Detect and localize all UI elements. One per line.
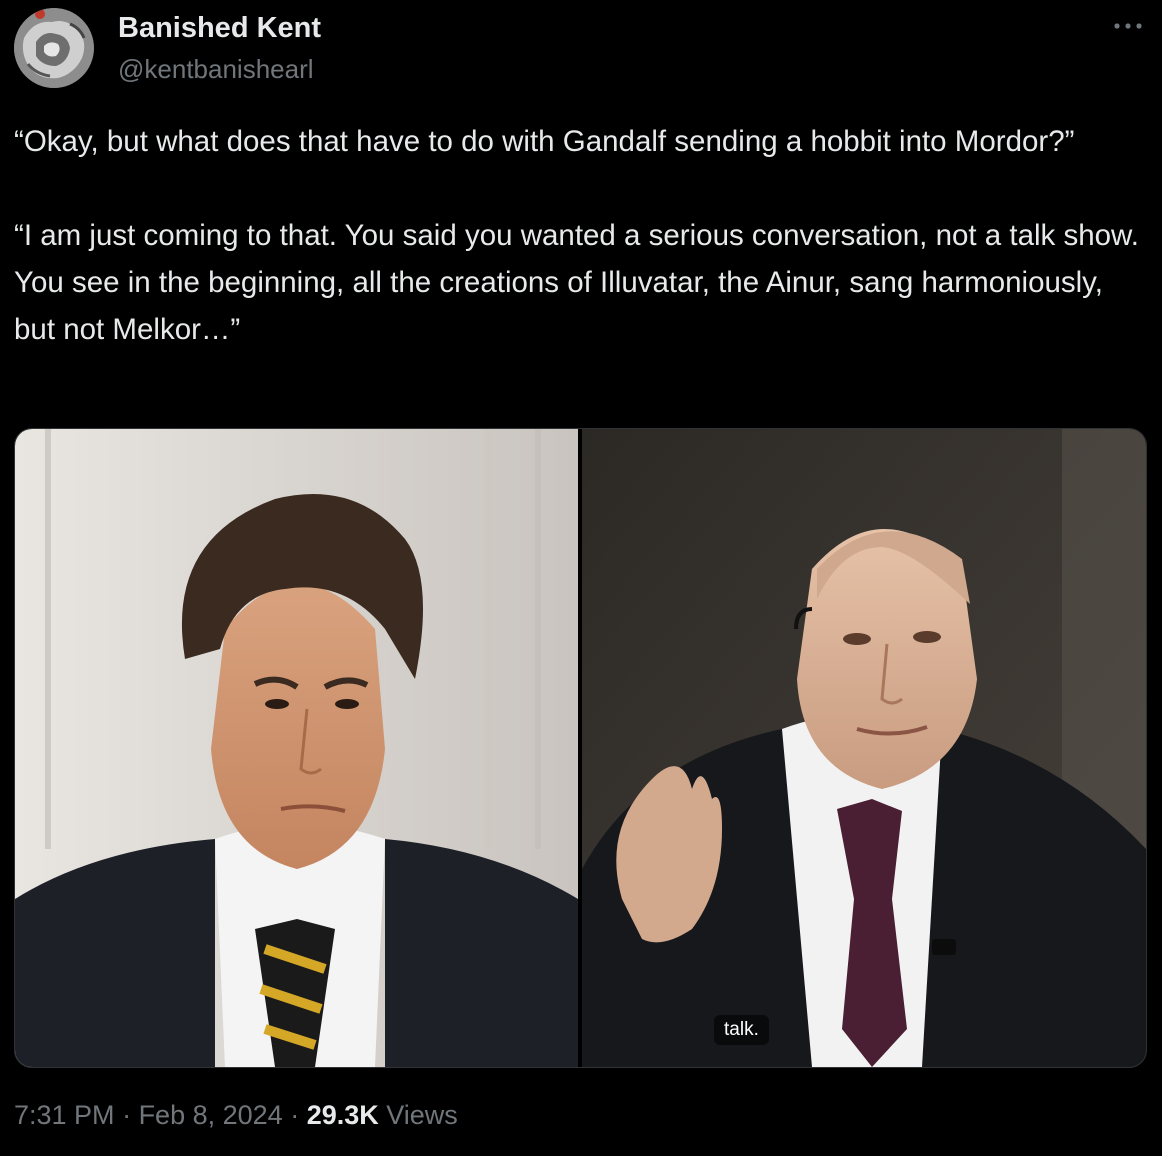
profile-avatar-image — [14, 8, 94, 88]
tweet: Banished Kent @kentbanishearl “Okay, but… — [0, 0, 1162, 1156]
views-count[interactable]: 29.3K — [307, 1100, 379, 1130]
media-photo-left[interactable] — [15, 429, 578, 1067]
media-photo-right[interactable]: talk. — [582, 429, 1146, 1067]
tweet-time[interactable]: 7:31 PM — [14, 1100, 115, 1130]
video-caption: talk. — [714, 1015, 769, 1045]
more-options-button[interactable] — [1108, 14, 1148, 38]
author-handle[interactable]: @kentbanishearl — [118, 54, 314, 85]
photo-man-in-suit-right — [582, 429, 1146, 1067]
meta-separator: · — [114, 1100, 139, 1130]
tweet-text: “Okay, but what does that have to do wit… — [14, 125, 1139, 346]
meta-separator: · — [282, 1100, 307, 1130]
author-avatar[interactable] — [14, 8, 94, 88]
more-horizontal-icon — [1114, 23, 1142, 29]
tweet-date[interactable]: Feb 8, 2024 — [139, 1100, 283, 1130]
author-display-name[interactable]: Banished Kent — [118, 12, 321, 45]
views-label: Views — [386, 1100, 458, 1130]
photo-man-in-suit-left — [15, 429, 578, 1067]
tweet-meta: 7:31 PM · Feb 8, 2024 · 29.3K Views — [14, 1100, 458, 1131]
tweet-media-grid: talk. — [14, 428, 1147, 1068]
